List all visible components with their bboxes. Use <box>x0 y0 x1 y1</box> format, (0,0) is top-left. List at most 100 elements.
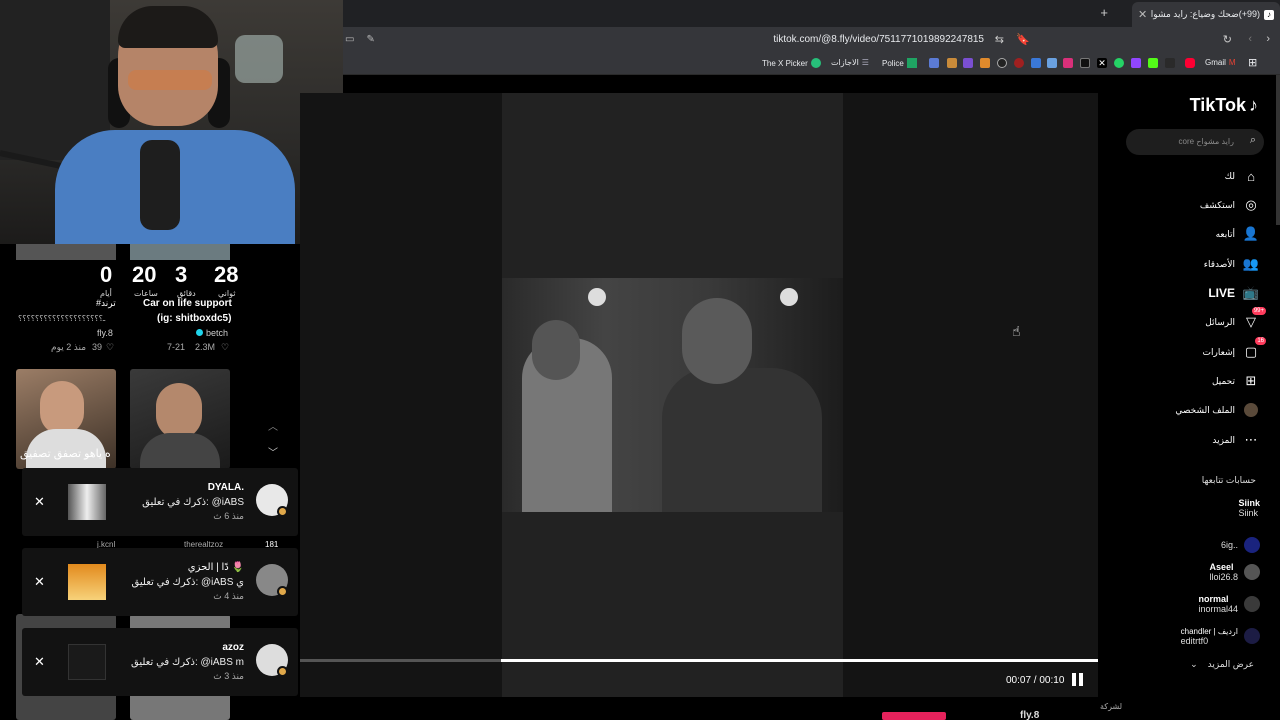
feed-thumb-strip-left[interactable] <box>16 244 116 260</box>
streamer-hair <box>118 6 218 48</box>
following-account[interactable]: Aseel lloi26.8 <box>1209 559 1260 585</box>
notification-video-thumb[interactable] <box>68 644 106 680</box>
logo-text: TikTok <box>1189 95 1246 115</box>
sidebar-item-following[interactable]: 👤 أتابعه <box>1216 224 1260 244</box>
notification-user[interactable]: DYALA. <box>208 482 244 493</box>
sidebar-item-live[interactable]: 📺 LIVE <box>1208 283 1260 303</box>
forward-icon[interactable]: › <box>1266 33 1270 45</box>
notification-user[interactable]: azoz <box>222 642 244 653</box>
sidebar-scrollbar[interactable] <box>1276 75 1280 225</box>
sidebar-item-profile[interactable]: الملف الشخصي <box>1175 400 1260 420</box>
sidebar-item-label: الرسائل <box>1205 316 1235 327</box>
chevron-up-icon[interactable]: ︿ <box>268 418 278 433</box>
notification-time: منذ 3 ث <box>213 671 244 681</box>
bookmark-icon-1[interactable] <box>929 58 939 68</box>
bookmark-gmail[interactable]: Gmail M <box>1205 58 1236 67</box>
chevron-down-icon: ⌄ <box>1190 659 1198 669</box>
tiktok-icon: ♪ <box>1264 9 1274 20</box>
trend-tag[interactable]: #ترند <box>96 298 116 309</box>
site-settings-icon[interactable]: ⇆ <box>995 33 1004 46</box>
video-likes: 2.3M <box>195 342 216 352</box>
github-icon[interactable] <box>997 58 1007 68</box>
pause-icon[interactable] <box>1072 673 1084 686</box>
chevron-down-icon[interactable]: ﹀ <box>268 444 278 459</box>
notification-toast[interactable]: ✕ دًا | الحزي 🌷 ذكرك في تعليق: @iABS ي م… <box>22 548 298 616</box>
x-icon[interactable]: ✕ <box>1097 58 1107 68</box>
bell-icon: ▢ 16 <box>1244 337 1266 359</box>
bookmark-icon-4[interactable] <box>980 58 990 68</box>
sidebar-item-notifications[interactable]: ▢ 16 إشعارات <box>1203 337 1266 362</box>
sidebar-item-for-you[interactable]: ⌂ لك <box>1225 166 1260 186</box>
following-account[interactable]: 6ig.. <box>1221 532 1260 558</box>
tiktok-logo[interactable]: ♪ TikTok <box>1190 95 1258 116</box>
bookmark-icon-5[interactable] <box>1014 58 1024 68</box>
follow-button[interactable] <box>882 712 946 720</box>
avatar <box>1244 596 1260 612</box>
notification-video-thumb[interactable] <box>68 484 106 520</box>
url-field[interactable]: tiktok.com/@8.fly/video/7511771019892247… <box>773 34 984 45</box>
address-bar: ▭ ✎ tiktok.com/@8.fly/video/751177101989… <box>343 27 1280 53</box>
close-icon[interactable]: ✕ <box>34 494 45 510</box>
video-author[interactable]: fly.8 <box>97 328 113 338</box>
account-username: Siink <box>1238 498 1260 508</box>
video-author[interactable]: fly.8 <box>1020 710 1039 720</box>
sidebar-item-messages[interactable]: ▽ 99+ الرسائل <box>1205 307 1266 332</box>
following-account[interactable]: normal inormal44 <box>1198 591 1260 617</box>
twitch-icon[interactable] <box>1131 58 1141 68</box>
instagram-icon[interactable] <box>1063 58 1073 68</box>
reload-icon[interactable]: ↻ <box>1223 33 1232 46</box>
video-progress-bar[interactable] <box>300 659 1098 662</box>
bookmark-icon-3[interactable] <box>963 58 973 68</box>
close-icon[interactable]: ✕ <box>34 654 45 670</box>
whatsapp-icon[interactable] <box>1114 58 1124 68</box>
bookmark-icon[interactable]: 🔖 <box>1016 33 1030 46</box>
notification-toast[interactable]: ✕ DYALA. ذكرك في تعليق: @iABS منذ 6 ث <box>22 468 298 536</box>
sidebar-item-upload[interactable]: ⊞ تحميل <box>1212 371 1260 391</box>
close-icon[interactable]: ✕ <box>34 574 45 590</box>
following-account[interactable]: Siink Siink <box>1238 495 1260 521</box>
bookmark-police[interactable]: Police <box>882 58 917 68</box>
video-frame[interactable] <box>502 278 843 512</box>
countdown-days-label: أيام <box>100 289 112 298</box>
bookmark-vacations[interactable]: الاجازات ☰ <box>831 58 869 67</box>
verified-dot-icon <box>196 328 203 338</box>
youtube-icon[interactable] <box>1185 58 1195 68</box>
notification-video-thumb[interactable] <box>68 564 106 600</box>
mention-badge-icon <box>277 666 288 677</box>
bookmark-icon-8[interactable] <box>1165 58 1175 68</box>
pen-off-icon[interactable]: ✎ <box>366 34 374 45</box>
sidebar-item-friends[interactable]: 👥 الأصدقاء <box>1204 254 1260 274</box>
upload-icon: ⊞ <box>1245 373 1257 388</box>
notification-user[interactable]: دًا | الحزي 🌷 <box>188 562 244 573</box>
video-title[interactable]: Car on life support <box>143 298 232 309</box>
notification-toast[interactable]: ✕ azoz ذكرك في تعليق: @iABS m منذ 3 ث <box>22 628 298 696</box>
feed-video-thumb[interactable] <box>130 369 230 469</box>
sidebar-item-more[interactable]: ⋯ المزيد <box>1212 430 1260 450</box>
notification-text: ذكرك في تعليق: @iABS ي <box>131 577 244 588</box>
feed-thumb-strip-right[interactable] <box>130 244 230 260</box>
bookmark-the-x-picker[interactable]: The X Picker <box>762 58 821 68</box>
bookmark-icon-2[interactable] <box>947 58 957 68</box>
search-icon[interactable]: ⌕ <box>1250 134 1256 147</box>
bookmark-icon-6[interactable] <box>1031 58 1041 68</box>
video-title[interactable]: ـ؟؟؟؟؟؟؟؟؟؟؟؟؟؟؟؟؟؟؟؟ <box>18 314 105 323</box>
all-bookmarks-icon[interactable]: ⊞ <box>1248 56 1257 69</box>
video-author[interactable]: betch <box>206 328 228 338</box>
back-icon[interactable]: ‹ <box>1248 33 1252 45</box>
tab-tiktok[interactable]: ♪ (99+)ضحك وضياع: رايد مشواح ✕ <box>1132 2 1280 27</box>
bookmark-icon-7[interactable] <box>1047 58 1057 68</box>
see-more-button[interactable]: عرض المزيد ⌄ <box>1190 659 1254 670</box>
video-subtitle[interactable]: (ig: shitboxdc5) <box>157 313 231 324</box>
following-account[interactable]: chandler | اردیف editrtf0 <box>1181 623 1260 649</box>
account-username: Aseel <box>1209 562 1234 572</box>
countdown-minutes-label: دقائق <box>177 289 196 298</box>
search-input[interactable]: ⌕ رايد مشواح core <box>1126 129 1264 155</box>
new-tab-button[interactable]: + <box>1100 5 1108 20</box>
tiktok-bookmark-icon[interactable] <box>1080 58 1090 68</box>
close-tab-icon[interactable]: ✕ <box>1138 8 1147 21</box>
sidebar-item-explore[interactable]: ◎ استكشف <box>1200 195 1260 215</box>
cast-icon[interactable]: ▭ <box>345 34 354 45</box>
kick-icon[interactable] <box>1148 58 1158 68</box>
account-username: chandler | اردیف <box>1180 626 1238 636</box>
footer-link[interactable]: لشركة <box>1100 702 1122 711</box>
